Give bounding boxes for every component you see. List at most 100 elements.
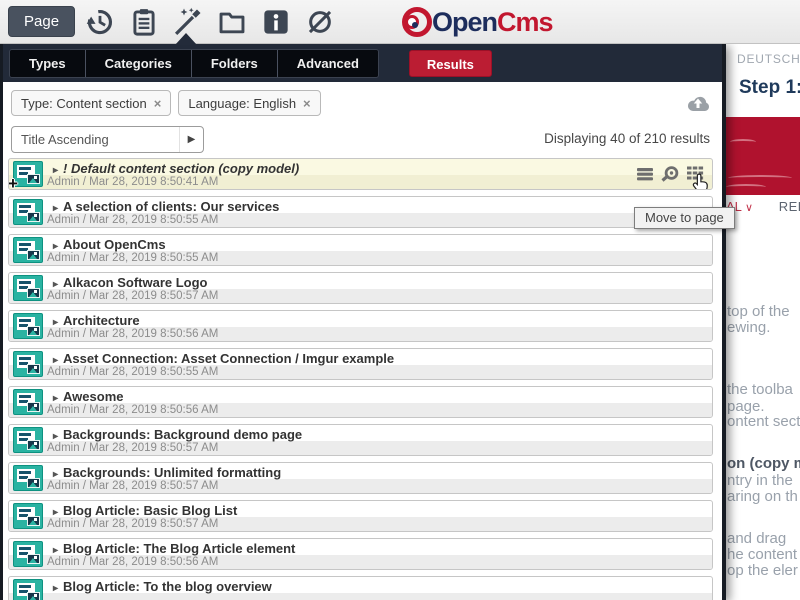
content-section-icon (13, 199, 43, 225)
result-title: Blog Article: To the blog overview (63, 579, 272, 594)
row-meta-band (9, 593, 712, 600)
opencms-logo: OpenCms (400, 5, 553, 39)
result-row[interactable]: ▸Backgrounds: Background demo page Admin… (8, 424, 713, 456)
page-button[interactable]: Page (8, 6, 75, 37)
tab-results-active[interactable]: Results (409, 50, 492, 77)
page-text-fragment: on (copy m (727, 455, 800, 472)
filter-chip-row: Type: Content section × Language: Englis… (11, 90, 714, 116)
result-row[interactable]: ▸Awesome Admin / Mar 28, 2019 8:50:56 AM (8, 386, 713, 418)
result-meta: Admin / Mar 28, 2019 8:50:56 AM (47, 327, 218, 341)
info-icon[interactable] (260, 6, 291, 37)
page-text-fragment: he content (727, 546, 797, 563)
sort-select[interactable]: Title Ascending ▶ (11, 126, 204, 153)
gallery-tabbar: Types Categories Folders Advanced Result… (3, 44, 722, 82)
result-meta: Admin / Mar 28, 2019 8:50:55 AM (47, 251, 218, 265)
chip-label: Type: Content section (21, 96, 147, 111)
tab-types[interactable]: Types (10, 50, 86, 77)
tab-categories[interactable]: Categories (86, 50, 192, 77)
result-meta: Admin / Mar 28, 2019 8:50:57 AM (47, 479, 218, 493)
content-gallery-dialog: Types Categories Folders Advanced Result… (0, 44, 726, 600)
result-meta: Admin / Mar 28, 2019 8:50:57 AM (47, 289, 218, 303)
filter-chip-language[interactable]: Language: English × (178, 90, 320, 116)
folder-icon[interactable] (216, 6, 247, 37)
sort-value: Title Ascending (12, 132, 179, 147)
result-row[interactable]: ▸Alkacon Software Logo Admin / Mar 28, 2… (8, 272, 713, 304)
background-page: DEUTSCH Step 1: AL ∨ RELE top of theewin… (726, 44, 800, 600)
result-title: ! Default content section (copy model) (63, 161, 299, 176)
content-section-icon (13, 237, 43, 263)
result-meta: Admin / Mar 28, 2019 8:50:56 AM (47, 403, 218, 417)
tab-advanced[interactable]: Advanced (278, 50, 378, 77)
content-section-icon (13, 389, 43, 415)
filter-chip-type[interactable]: Type: Content section × (11, 90, 171, 116)
clipboard-icon[interactable] (128, 6, 159, 37)
content-section-icon (13, 275, 43, 301)
results-summary: Displaying 40 of 210 results (544, 131, 710, 146)
page-text-fragment: aring on th (727, 488, 798, 505)
page-text-fragment: ntry in the (727, 472, 793, 489)
result-title: About OpenCms (63, 237, 166, 252)
sort-row: Title Ascending ▶ Displaying 40 of 210 r… (11, 126, 710, 153)
opencms-logo-icon (400, 5, 436, 39)
result-row[interactable]: ▸About OpenCms Admin / Mar 28, 2019 8:50… (8, 234, 713, 266)
result-row[interactable]: ▸Asset Connection: Asset Connection / Im… (8, 348, 713, 380)
chip-label: Language: English (188, 96, 296, 111)
tab-folders[interactable]: Folders (192, 50, 278, 77)
content-section-icon (13, 427, 43, 453)
history-icon[interactable] (84, 6, 115, 37)
result-title: Architecture (63, 313, 140, 328)
result-row[interactable]: ▸Blog Article: The Blog Article element … (8, 538, 713, 570)
result-title: Blog Article: Basic Blog List (63, 503, 237, 518)
result-row[interactable]: ▸Architecture Admin / Mar 28, 2019 8:50:… (8, 310, 713, 342)
result-title: A selection of clients: Our services (63, 199, 279, 214)
result-row[interactable]: ▸ Blog Article: To the blog overview (8, 576, 713, 600)
result-meta: Admin / Mar 28, 2019 8:50:55 AM (47, 365, 218, 379)
toolbar-icon-group (84, 6, 335, 37)
page-text-fragments: top of theewing.the toolbapage.ontent se… (726, 44, 800, 600)
result-meta: Admin / Mar 28, 2019 8:50:57 AM (47, 441, 218, 455)
page-text-fragment: op the eler (727, 562, 798, 579)
preview-icon[interactable] (659, 164, 681, 184)
result-title: Awesome (63, 389, 123, 404)
copy-model-plus-icon: + (8, 174, 18, 190)
hand-cursor-icon (690, 173, 710, 190)
chip-close-icon[interactable]: × (154, 96, 162, 111)
results-list: + ▸ ! Default content section (copy model… (8, 158, 713, 600)
page-text-fragment: top of the (727, 303, 790, 320)
result-row[interactable]: ▸A selection of clients: Our services Ad… (8, 196, 713, 228)
chevron-right-icon[interactable]: ▶ (179, 127, 203, 152)
result-title: Blog Article: The Blog Article element (63, 541, 295, 556)
result-meta: Admin / Mar 28, 2019 8:50:56 AM (47, 555, 218, 569)
chip-close-icon[interactable]: × (303, 96, 311, 111)
content-section-icon (13, 541, 43, 567)
expand-arrow-icon[interactable]: ▸ (53, 583, 58, 594)
content-section-icon (13, 351, 43, 377)
top-toolbar: Page Open (0, 0, 800, 44)
page-text-fragment: and drag (727, 530, 786, 547)
screen: Page Open (0, 0, 800, 600)
result-title: Backgrounds: Background demo page (63, 427, 302, 442)
page-text-fragment: the toolba (727, 381, 793, 398)
content-section-icon: + (13, 161, 43, 187)
result-meta: Admin / Mar 28, 2019 8:50:41 AM (47, 175, 218, 189)
result-title: Alkacon Software Logo (63, 275, 207, 290)
content-section-icon (13, 503, 43, 529)
gallery-tab-group: Types Categories Folders Advanced (9, 49, 379, 78)
dialog-pointer-notch (175, 33, 197, 45)
page-text-fragment: ontent sect (727, 413, 800, 430)
result-row[interactable]: ▸Backgrounds: Unlimited formatting Admin… (8, 462, 713, 494)
upload-icon[interactable] (686, 93, 710, 113)
result-title: Backgrounds: Unlimited formatting (63, 465, 281, 480)
publish-icon[interactable] (304, 6, 335, 37)
result-row[interactable]: ▸Blog Article: Basic Blog List Admin / M… (8, 500, 713, 532)
result-row[interactable]: + ▸! Default content section (copy model… (8, 158, 713, 190)
list-icon[interactable] (634, 164, 656, 184)
content-section-icon (13, 579, 43, 600)
move-to-page-tooltip: Move to page (634, 207, 735, 229)
row-action-buttons (634, 164, 706, 184)
content-section-icon (13, 465, 43, 491)
content-section-icon (13, 313, 43, 339)
page-text-fragment: ewing. (727, 319, 770, 336)
result-meta: Admin / Mar 28, 2019 8:50:57 AM (47, 517, 218, 531)
result-title: Asset Connection: Asset Connection / Img… (63, 351, 394, 366)
